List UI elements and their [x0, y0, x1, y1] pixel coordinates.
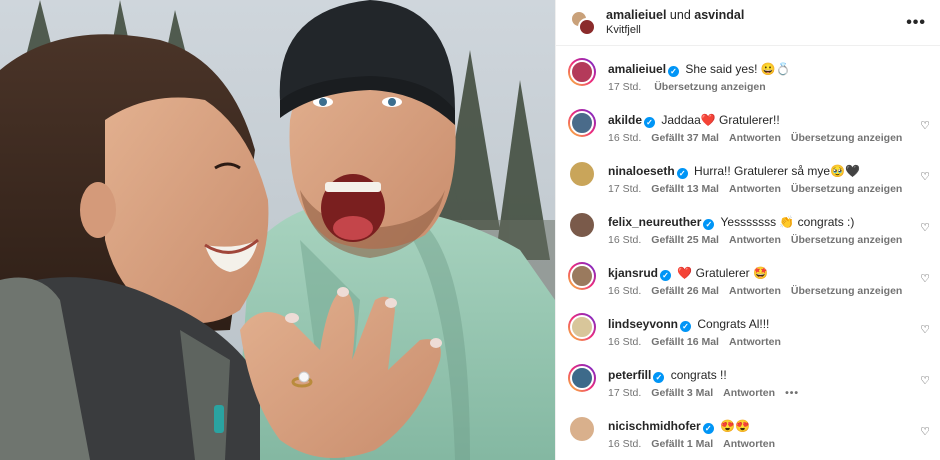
comment-row: peterfill ✓ congrats !! 17 Std. Gefällt 3 …	[556, 364, 940, 415]
verified-icon: ✓	[703, 219, 715, 230]
comment-row: felix_neureuther ✓ Yesssssss 👏 congrats :…	[556, 211, 940, 262]
likes-count[interactable]: Gefällt 3 Mal	[651, 387, 713, 399]
comment-text: Yesssssss 👏 congrats :)	[720, 215, 855, 229]
verified-icon: ✓	[676, 168, 688, 179]
reply-button[interactable]: Antworten	[723, 387, 775, 399]
caption-text: She said yes! 😀💍	[685, 62, 791, 76]
comment-row: ninaloeseth ✓ Hurra!! Gratulerer så mye🥹🖤…	[556, 160, 940, 211]
post-photo[interactable]	[0, 0, 555, 460]
comment-options-icon[interactable]: •••	[785, 387, 799, 399]
comment-text: Jaddaa❤️ Gratulerer!!	[661, 113, 780, 127]
likes-count[interactable]: Gefällt 16 Mal	[651, 336, 719, 348]
comment-time[interactable]: 16 Std.	[608, 234, 641, 246]
comment-time[interactable]: 16 Std.	[608, 336, 641, 348]
collab-avatars[interactable]	[570, 9, 596, 36]
comment-time[interactable]: 16 Std.	[608, 132, 641, 144]
reply-button[interactable]: Antworten	[723, 438, 775, 450]
comment-list: amalieiuel ✓ She said yes! 😀💍 17 Std. Übe…	[556, 46, 940, 460]
translate-button[interactable]: Übersetzung anzeigen	[791, 285, 902, 297]
avatar[interactable]	[568, 364, 596, 392]
likes-count[interactable]: Gefällt 13 Mal	[651, 183, 719, 195]
reply-button[interactable]: Antworten	[729, 285, 781, 297]
post-authors[interactable]: amalieiuel und asvindal	[606, 8, 906, 23]
avatar[interactable]	[568, 211, 596, 239]
comment-time[interactable]: 17 Std.	[608, 81, 641, 93]
comment-text: Congrats Al!!!	[697, 317, 770, 331]
comment-row: kjansrud ✓ ❤️ Gratulerer 🤩 16 Std. Gefällt…	[556, 262, 940, 313]
username[interactable]: nicischmidhofer	[608, 419, 701, 433]
verified-icon: ✓	[680, 321, 692, 332]
comment-time[interactable]: 17 Std.	[608, 387, 641, 399]
comment-text: 😍😍	[720, 419, 750, 433]
like-heart-icon[interactable]: ♡	[920, 425, 930, 438]
reply-button[interactable]: Antworten	[729, 132, 781, 144]
comment-text: congrats !!	[670, 368, 727, 382]
comment-text: ❤️ Gratulerer 🤩	[677, 266, 768, 280]
like-heart-icon[interactable]: ♡	[920, 323, 930, 336]
avatar[interactable]	[568, 415, 596, 443]
reply-button[interactable]: Antworten	[729, 183, 781, 195]
like-heart-icon[interactable]: ♡	[920, 221, 930, 234]
post-header: amalieiuel und asvindal Kvitfjell •••	[556, 0, 940, 46]
likes-count[interactable]: Gefällt 25 Mal	[651, 234, 719, 246]
reply-button[interactable]: Antworten	[729, 234, 781, 246]
reply-button[interactable]: Antworten	[729, 336, 781, 348]
username[interactable]: felix_neureuther	[608, 215, 701, 229]
like-heart-icon[interactable]: ♡	[920, 272, 930, 285]
username[interactable]: amalieiuel	[608, 62, 666, 76]
username[interactable]: akilde	[608, 113, 642, 127]
like-heart-icon[interactable]: ♡	[920, 119, 930, 132]
comment-time[interactable]: 16 Std.	[608, 285, 641, 297]
translate-button[interactable]: Übersetzung anzeigen	[791, 132, 902, 144]
verified-icon: ✓	[668, 66, 680, 77]
username[interactable]: peterfill	[608, 368, 651, 382]
comment-row: akilde ✓ Jaddaa❤️ Gratulerer!! 16 Std. Gef…	[556, 109, 940, 160]
avatar	[578, 17, 596, 36]
username[interactable]: lindseyvonn	[608, 317, 678, 331]
verified-icon: ✓	[653, 372, 665, 383]
like-heart-icon[interactable]: ♡	[920, 374, 930, 387]
likes-count[interactable]: Gefällt 37 Mal	[651, 132, 719, 144]
caption-row: amalieiuel ✓ She said yes! 😀💍 17 Std. Übe…	[556, 58, 940, 109]
verified-icon: ✓	[644, 117, 656, 128]
verified-icon: ✓	[660, 270, 672, 281]
translate-button[interactable]: Übersetzung anzeigen	[791, 183, 902, 195]
avatar[interactable]	[568, 313, 596, 341]
username[interactable]: ninaloeseth	[608, 164, 675, 178]
like-heart-icon[interactable]: ♡	[920, 170, 930, 183]
avatar[interactable]	[568, 262, 596, 290]
comment-time[interactable]: 16 Std.	[608, 438, 641, 450]
avatar[interactable]	[568, 58, 596, 86]
comment-text: Hurra!! Gratulerer så mye🥹🖤	[694, 164, 860, 178]
comment-row: lindseyvonn ✓ Congrats Al!!! 16 Std. Gefäl…	[556, 313, 940, 364]
username[interactable]: kjansrud	[608, 266, 658, 280]
post-location[interactable]: Kvitfjell	[606, 23, 906, 38]
avatar[interactable]	[568, 160, 596, 188]
comment-time[interactable]: 17 Std.	[608, 183, 641, 195]
comment-row: nicischmidhofer ✓ 😍😍 16 Std. Gefällt 1 Mal…	[556, 415, 940, 460]
more-options-icon[interactable]: •••	[906, 14, 926, 32]
translate-button[interactable]: Übersetzung anzeigen	[791, 234, 902, 246]
verified-icon: ✓	[702, 423, 714, 434]
translate-button[interactable]: Übersetzung anzeigen	[654, 81, 765, 93]
avatar[interactable]	[568, 109, 596, 137]
engagement-photo	[0, 0, 555, 460]
likes-count[interactable]: Gefällt 26 Mal	[651, 285, 719, 297]
likes-count[interactable]: Gefällt 1 Mal	[651, 438, 713, 450]
comments-panel: amalieiuel und asvindal Kvitfjell ••• am…	[555, 0, 940, 460]
